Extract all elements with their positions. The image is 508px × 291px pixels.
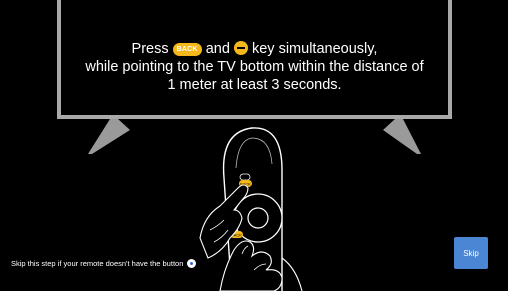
remote-button-icon [187,259,197,268]
instruction-and: and [205,41,230,57]
tv-stand-left-icon [88,119,130,154]
skip-hint-text: Skip this step if your remote doesn't ha… [11,259,184,268]
instruction-line-1: Press BACK and key simultaneously, [57,40,452,58]
instruction-key-simultaneously: key simultaneously, [251,41,378,57]
instruction-text: Press BACK and key simultaneously, while… [57,40,452,94]
tv-stand-right-icon [383,119,421,154]
skip-button[interactable]: Skip [454,237,488,269]
pairing-screen: Press BACK and key simultaneously, while… [0,0,508,291]
back-key-icon: BACK [172,43,202,56]
skip-hint: Skip this step if your remote doesn't ha… [11,259,197,268]
remote-in-hands-illustration: BACK BACK [199,127,303,291]
instruction-line-3: 1 meter at least 3 seconds. [167,77,342,93]
minus-key-icon [233,41,248,55]
instruction-line-2: while pointing to the TV bottom within t… [85,59,424,75]
instruction-press: Press [131,41,169,57]
